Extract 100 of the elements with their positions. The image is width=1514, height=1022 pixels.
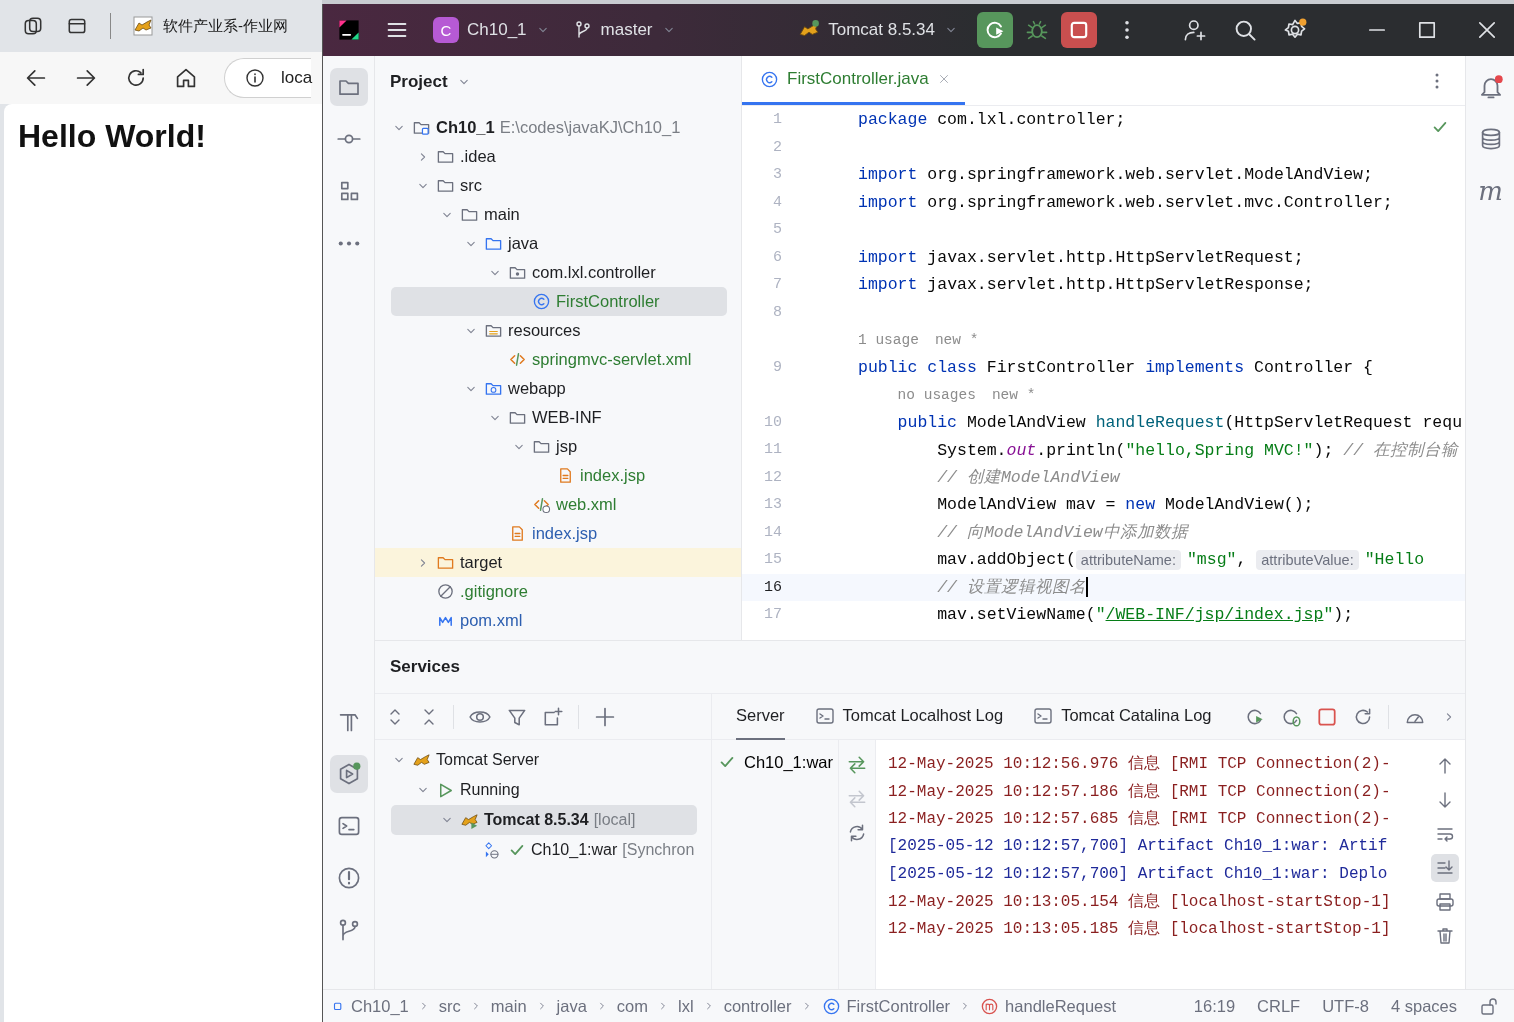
tree-item[interactable]: index.jsp <box>375 519 741 548</box>
artifact-item[interactable]: Ch10_1:war <box>712 748 838 776</box>
log-line: 12-May-2025 10:13:05.154 信息 [localhost-startStop-1] <box>888 891 1392 913</box>
code-line: // 创建ModelAndView <box>936 467 1120 489</box>
code-line: mav.addObject( <box>936 550 1076 570</box>
status-item[interactable]: 16:19 <box>1193 996 1236 1016</box>
status-item[interactable]: 4 spaces <box>1390 996 1457 1016</box>
code-line: // 向ModelAndView中添加数据 <box>936 522 1188 544</box>
tree-item[interactable]: com.lxl.controller <box>375 258 741 287</box>
breadcrumb[interactable]: src <box>438 996 461 1016</box>
rerun-button[interactable] <box>977 12 1013 48</box>
code-line: import org.springframework.web.servlet.mvc.Controller; <box>858 192 1393 212</box>
tool-window-button[interactable] <box>329 755 368 793</box>
code-hint[interactable]: new * <box>991 386 1036 403</box>
stop-button[interactable] <box>1061 12 1097 48</box>
page-heading: Hello World! <box>18 118 207 155</box>
editor-tab[interactable]: FirstController.java <box>742 56 965 105</box>
breadcrumb[interactable]: handleRequest <box>980 996 1117 1016</box>
tree-item[interactable]: main <box>375 200 741 229</box>
breadcrumb[interactable]: Ch10_1 <box>331 996 409 1016</box>
tree-item[interactable]: FirstController <box>391 287 727 316</box>
bug-icon[interactable] <box>1025 18 1049 42</box>
tree-item[interactable]: Ch10_1 E:\codes\javaKJ\Ch10_1 <box>375 113 741 142</box>
home-icon[interactable] <box>174 66 198 90</box>
more-icon <box>337 240 360 246</box>
tree-item[interactable]: webapp <box>375 374 741 403</box>
code-line: public class FirstController implements Controller { <box>858 357 1373 377</box>
tree-item[interactable]: .idea <box>375 142 741 171</box>
code-hint[interactable]: no usages <box>897 386 976 403</box>
tree-item[interactable]: springmvc-servlet.xml <box>375 345 741 374</box>
branch-selector[interactable]: master <box>572 20 677 40</box>
code-file-icon <box>532 495 551 514</box>
log-line: [2025-05-12 10:12:57,700] Artifact Ch10_1:war: Artif <box>888 836 1389 858</box>
line-number: 12 <box>764 468 782 486</box>
tree-item[interactable]: Tomcat Server <box>375 745 711 775</box>
breadcrumb[interactable]: controller <box>723 996 792 1016</box>
tree-item[interactable]: pom.xml <box>375 606 741 635</box>
code-line: public ModelAndView handleRequest(HttpServletRequest requ <box>896 412 1463 432</box>
text-cursor <box>1085 577 1088 598</box>
new-tab-icon[interactable] <box>542 705 564 728</box>
tree-item[interactable]: java <box>375 229 741 258</box>
code-line: mav.setViewName("/WEB-INF/jsp/index.jsp"); <box>936 605 1354 625</box>
console-tab[interactable]: Tomcat Localhost Log <box>814 693 1004 740</box>
code-hint[interactable]: 1 usage <box>858 331 919 348</box>
console-tab[interactable]: Tomcat Catalina Log <box>1033 693 1212 740</box>
class-icon <box>821 996 841 1016</box>
code-file-icon <box>508 350 527 369</box>
add-user-icon[interactable] <box>1183 18 1207 42</box>
breadcrumb[interactable]: FirstController <box>821 996 951 1016</box>
line-number: 11 <box>764 441 782 459</box>
tree-item[interactable]: jsp <box>375 432 741 461</box>
tool-window-button[interactable]: m <box>1471 172 1510 210</box>
address-field[interactable]: loca <box>224 58 311 98</box>
tree-item[interactable]: WEB-INF <box>375 403 741 432</box>
lock-icon[interactable] <box>1479 996 1499 1016</box>
tree-item[interactable]: target <box>375 548 741 577</box>
console-tool-button[interactable] <box>1431 854 1459 882</box>
console-tab[interactable]: Server <box>736 693 785 740</box>
line-number: 3 <box>773 166 782 184</box>
code-text: "msg", <box>1186 550 1248 570</box>
code-hint[interactable]: new * <box>934 331 979 348</box>
tabs-icon[interactable] <box>22 15 44 37</box>
code-line: import javax.servlet.http.HttpServletRequest; <box>858 247 1304 267</box>
deploy-icon[interactable] <box>846 754 868 776</box>
line-number: 16 <box>764 578 782 596</box>
tree-item[interactable]: Running <box>375 775 711 805</box>
breadcrumb[interactable]: main <box>490 996 527 1016</box>
parameter-hint: attributeName: <box>1075 549 1181 570</box>
breadcrumb[interactable]: java <box>556 996 587 1016</box>
class-icon <box>532 292 551 311</box>
stop-icon[interactable] <box>1316 705 1338 728</box>
tree-item[interactable]: index.jsp <box>375 461 741 490</box>
status-item[interactable]: CRLF <box>1257 996 1301 1016</box>
line-number: 2 <box>773 138 782 156</box>
tree-item[interactable]: .gitignore <box>375 577 741 606</box>
line-number: 9 <box>773 358 782 376</box>
tree-item[interactable]: Ch10_1:war [Synchron <box>375 835 711 865</box>
breadcrumb[interactable]: lxl <box>678 996 694 1016</box>
search-icon[interactable] <box>1233 18 1257 42</box>
log-line: 12-May-2025 10:12:56.976 信息 [RMI TCP Connection(2)- <box>888 754 1392 776</box>
line-number: 7 <box>773 276 782 294</box>
code-line: // 设置逻辑视图名 <box>936 577 1086 599</box>
cat-icon <box>133 16 153 36</box>
panel-title: Services <box>390 657 460 677</box>
panel-title[interactable]: Project <box>390 72 472 92</box>
run-config-selector[interactable]: Tomcat 8.5.34 <box>798 19 959 41</box>
log-line: 12-May-2025 10:13:05.185 信息 [localhost-startStop-1] <box>888 919 1392 941</box>
problems-icon <box>336 866 361 890</box>
code-line: import javax.servlet.http.HttpServletResponse; <box>858 275 1314 295</box>
console-icon <box>814 705 835 726</box>
tree-item[interactable]: src <box>375 171 741 200</box>
project-selector[interactable]: C Ch10_1 <box>433 17 551 43</box>
tree-item[interactable]: web.xml <box>375 490 741 519</box>
status-item[interactable]: UTF-8 <box>1322 996 1369 1016</box>
browser-tab[interactable]: 软件产业系-作业网 <box>163 16 288 36</box>
tree-item[interactable]: resources <box>375 316 741 345</box>
tree-item[interactable]: Tomcat 8.5.34 [local] <box>391 805 697 835</box>
breadcrumb[interactable]: com <box>616 996 649 1016</box>
tool-window-button[interactable] <box>329 68 368 106</box>
trash-icon <box>1435 926 1455 946</box>
